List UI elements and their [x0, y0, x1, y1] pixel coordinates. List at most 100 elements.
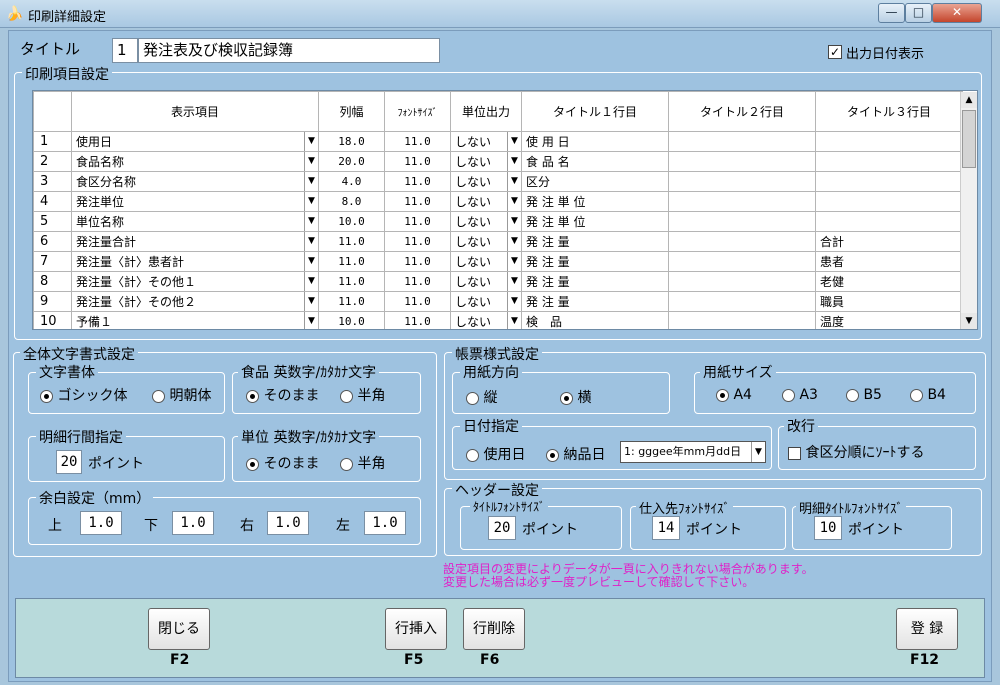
title2-cell[interactable]	[668, 271, 816, 292]
title3-cell[interactable]: 職員	[815, 291, 963, 312]
title1-cell[interactable]: 使 用 日	[521, 131, 669, 152]
use-date-radio[interactable]	[466, 448, 479, 462]
chevron-down-icon[interactable]: ▼	[507, 312, 521, 329]
item-select[interactable]: 発注量合計 ▼	[71, 231, 319, 252]
chevron-down-icon[interactable]: ▼	[304, 152, 318, 171]
header-font-size[interactable]: ﾌｫﾝﾄｻｲｽﾞ	[384, 91, 451, 132]
chevron-down-icon[interactable]: ▼	[304, 232, 318, 251]
title2-cell[interactable]	[668, 311, 816, 329]
chevron-down-icon[interactable]: ▼	[304, 292, 318, 311]
header-title-1[interactable]: タイトル１行目	[521, 91, 669, 132]
title2-cell[interactable]	[668, 171, 816, 192]
title2-cell[interactable]	[668, 291, 816, 312]
font-size-cell[interactable]: 11.0	[384, 151, 451, 172]
title1-cell[interactable]: 発 注 量	[521, 271, 669, 292]
chevron-down-icon[interactable]: ▼	[507, 232, 521, 251]
title1-cell[interactable]: 食 品 名	[521, 151, 669, 172]
item-select[interactable]: 予備１ ▼	[71, 311, 319, 329]
font-size-cell[interactable]: 11.0	[384, 231, 451, 252]
chevron-down-icon[interactable]: ▼	[304, 192, 318, 211]
title-number-field[interactable]: 1	[112, 38, 138, 63]
insert-row-button[interactable]: 行挿入	[385, 608, 447, 650]
spacing-input[interactable]: 20	[56, 450, 82, 474]
landscape-radio[interactable]	[560, 391, 573, 405]
delivery-date-option[interactable]: 納品日	[546, 444, 605, 464]
portrait-option[interactable]: 縦	[466, 387, 497, 407]
gothic-radio[interactable]	[40, 389, 53, 403]
width-cell[interactable]: 18.0	[318, 131, 385, 152]
unit-output-select[interactable]: しない ▼	[450, 131, 522, 152]
title3-cell[interactable]	[815, 131, 963, 152]
margin-bottom-input[interactable]: 1.0	[172, 511, 214, 535]
table-row[interactable]: 3 食区分名称 ▼ 4.0 11.0 しない ▼ 区分	[33, 171, 963, 192]
title3-cell[interactable]: 老健	[815, 271, 963, 292]
table-row[interactable]: 5 単位名称 ▼ 10.0 11.0 しない ▼ 発 注 単 位	[33, 211, 963, 232]
title1-cell[interactable]: 区分	[521, 171, 669, 192]
delete-row-button[interactable]: 行削除	[463, 608, 525, 650]
width-cell[interactable]: 8.0	[318, 191, 385, 212]
width-cell[interactable]: 11.0	[318, 291, 385, 312]
title2-cell[interactable]	[668, 131, 816, 152]
date-format-select[interactable]: 1: gggee年mm月dd日 ▼	[620, 441, 766, 463]
size-b4-option[interactable]: B4	[910, 387, 946, 403]
gothic-option[interactable]: ゴシック体	[40, 385, 127, 405]
scroll-thumb[interactable]	[962, 110, 976, 168]
table-row[interactable]: 8 発注量〈計〉その他１ ▼ 11.0 11.0 しない ▼ 発 注 量老健	[33, 271, 963, 292]
font-size-cell[interactable]: 11.0	[384, 171, 451, 192]
font-size-cell[interactable]: 11.0	[384, 131, 451, 152]
unit-output-select[interactable]: しない ▼	[450, 291, 522, 312]
unit-output-select[interactable]: しない ▼	[450, 191, 522, 212]
size-a4-option[interactable]: A4	[716, 387, 752, 403]
item-select[interactable]: 食区分名称 ▼	[71, 171, 319, 192]
close-button[interactable]: 閉じる	[148, 608, 210, 650]
detail-font-input[interactable]: 10	[814, 516, 842, 540]
item-select[interactable]: 使用日 ▼	[71, 131, 319, 152]
food-asis-radio[interactable]	[246, 389, 259, 403]
grid-scrollbar[interactable]: ▲ ▼	[960, 92, 977, 329]
food-half-option[interactable]: 半角	[340, 385, 385, 405]
title3-cell[interactable]: 合計	[815, 231, 963, 252]
font-size-cell[interactable]: 11.0	[384, 311, 451, 329]
width-cell[interactable]: 11.0	[318, 231, 385, 252]
width-cell[interactable]: 11.0	[318, 251, 385, 272]
chevron-down-icon[interactable]: ▼	[507, 292, 521, 311]
scroll-up-icon[interactable]: ▲	[961, 92, 977, 108]
title2-cell[interactable]	[668, 251, 816, 272]
register-button[interactable]: 登 録	[896, 608, 958, 650]
width-cell[interactable]: 10.0	[318, 211, 385, 232]
chevron-down-icon[interactable]: ▼	[751, 442, 765, 462]
food-half-radio[interactable]	[340, 389, 353, 403]
table-row[interactable]: 6 発注量合計 ▼ 11.0 11.0 しない ▼ 発 注 量合計	[33, 231, 963, 252]
size-b4-radio[interactable]	[910, 388, 923, 402]
header-width[interactable]: 列幅	[318, 91, 385, 132]
title1-cell[interactable]: 発 注 量	[521, 231, 669, 252]
title3-cell[interactable]	[815, 211, 963, 232]
unit-output-select[interactable]: しない ▼	[450, 251, 522, 272]
chevron-down-icon[interactable]: ▼	[507, 132, 521, 151]
unit-half-option[interactable]: 半角	[340, 453, 385, 473]
font-size-cell[interactable]: 11.0	[384, 191, 451, 212]
title2-cell[interactable]	[668, 211, 816, 232]
item-select[interactable]: 単位名称 ▼	[71, 211, 319, 232]
font-size-cell[interactable]: 11.0	[384, 271, 451, 292]
unit-asis-radio[interactable]	[246, 457, 259, 471]
unit-output-select[interactable]: しない ▼	[450, 231, 522, 252]
close-window-button[interactable]: ✕	[932, 3, 982, 23]
title1-cell[interactable]: 検 品	[521, 311, 669, 329]
margin-right-input[interactable]: 1.0	[267, 511, 309, 535]
width-cell[interactable]: 11.0	[318, 271, 385, 292]
unit-output-select[interactable]: しない ▼	[450, 271, 522, 292]
landscape-option[interactable]: 横	[560, 387, 591, 407]
item-select[interactable]: 発注量〈計〉その他２ ▼	[71, 291, 319, 312]
print-items-grid[interactable]: 表示項目 列幅 ﾌｫﾝﾄｻｲｽﾞ 単位出力 タイトル１行目 タイトル２行目 タイ…	[32, 90, 978, 330]
supplier-font-input[interactable]: 14	[652, 516, 680, 540]
chevron-down-icon[interactable]: ▼	[304, 132, 318, 151]
unit-output-select[interactable]: しない ▼	[450, 311, 522, 329]
width-cell[interactable]: 4.0	[318, 171, 385, 192]
delivery-date-radio[interactable]	[546, 448, 559, 462]
title3-cell[interactable]: 患者	[815, 251, 963, 272]
chevron-down-icon[interactable]: ▼	[304, 212, 318, 231]
width-cell[interactable]: 20.0	[318, 151, 385, 172]
title1-cell[interactable]: 発 注 単 位	[521, 211, 669, 232]
title2-cell[interactable]	[668, 191, 816, 212]
